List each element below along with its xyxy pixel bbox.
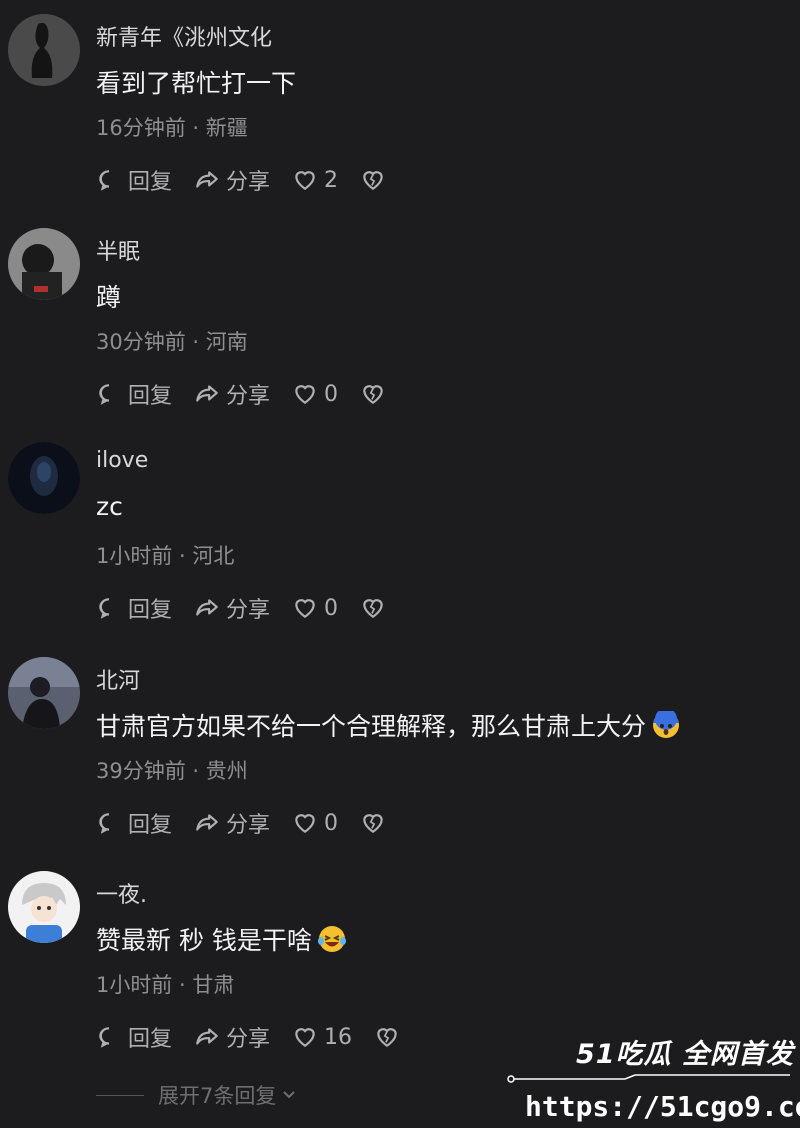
reply-bubble-icon bbox=[99, 813, 110, 834]
share-button[interactable]: 分享 bbox=[194, 1021, 270, 1053]
reply-button[interactable]: 回复 bbox=[96, 164, 172, 196]
comment-meta: 1小时前 · 河北 bbox=[96, 544, 235, 568]
comment-item: ilove zc 1小时前 · 河北 回复 分享 0 bbox=[0, 428, 800, 642]
share-arrow-icon bbox=[196, 814, 218, 831]
share-button[interactable]: 分享 bbox=[194, 592, 270, 624]
avatar[interactable] bbox=[8, 228, 80, 300]
reply-bubble-icon bbox=[99, 598, 110, 619]
comment-actions: 回复 分享 0 bbox=[96, 592, 414, 624]
expand-replies-label: 展开7条回复 bbox=[158, 1084, 277, 1108]
share-label: 分享 bbox=[226, 598, 271, 623]
username[interactable]: 北河 bbox=[96, 663, 140, 695]
heart-icon bbox=[295, 599, 315, 618]
like-count: 0 bbox=[324, 381, 339, 407]
avatar[interactable] bbox=[8, 14, 80, 86]
share-button[interactable]: 分享 bbox=[194, 807, 270, 839]
comment-actions: 回复 分享 0 bbox=[96, 378, 414, 410]
laughing-tears-emoji-icon bbox=[317, 926, 346, 952]
share-arrow-icon bbox=[196, 171, 218, 188]
reply-label: 回复 bbox=[128, 598, 173, 623]
circuit-line-decoration bbox=[507, 1074, 790, 1083]
share-button[interactable]: 分享 bbox=[194, 164, 270, 196]
heart-icon bbox=[295, 814, 315, 833]
reply-button[interactable]: 回复 bbox=[96, 592, 172, 624]
heart-icon bbox=[295, 385, 315, 404]
broken-heart-icon bbox=[363, 171, 383, 190]
comment-actions: 回复 分享 0 bbox=[96, 807, 414, 839]
like-button[interactable]: 0 bbox=[292, 595, 338, 621]
like-button[interactable]: 16 bbox=[292, 1024, 352, 1050]
share-arrow-icon bbox=[196, 599, 218, 616]
like-count: 16 bbox=[324, 1024, 353, 1050]
watermark-url: https://51cgo9.com bbox=[525, 1090, 800, 1123]
comment-item: 北河 甘肃官方如果不给一个合理解释，那么甘肃上大分 39分钟前 · 贵州 回复 … bbox=[0, 643, 800, 857]
share-label: 分享 bbox=[226, 1027, 271, 1052]
reply-button[interactable]: 回复 bbox=[96, 807, 172, 839]
heart-icon bbox=[295, 171, 315, 190]
like-button[interactable]: 2 bbox=[292, 167, 338, 193]
like-count: 2 bbox=[324, 167, 339, 193]
reply-button[interactable]: 回复 bbox=[96, 1021, 172, 1053]
comment-item: 新青年《洮州文化 看到了帮忙打一下 16分钟前 · 新疆 回复 分享 2 bbox=[0, 0, 800, 214]
comment-text: 看到了帮忙打一下 bbox=[96, 69, 297, 98]
comment-actions: 回复 分享 2 bbox=[96, 164, 414, 196]
username[interactable]: ilove bbox=[96, 448, 148, 473]
comment-actions: 回复 分享 16 bbox=[96, 1021, 428, 1053]
watermark-brand: 51吃瓜 全网首发 bbox=[576, 1039, 794, 1070]
avatar[interactable] bbox=[8, 442, 80, 514]
comment-text: 甘肃官方如果不给一个合理解释，那么甘肃上大分 bbox=[96, 707, 680, 743]
username[interactable]: 一夜. bbox=[96, 877, 147, 909]
comment-text: 赞最新 秒 钱是干啥 bbox=[96, 921, 346, 957]
dislike-button[interactable] bbox=[360, 595, 392, 621]
comment-meta: 1小时前 · 甘肃 bbox=[96, 973, 235, 997]
avatar[interactable] bbox=[8, 657, 80, 729]
reply-bubble-icon bbox=[99, 170, 110, 191]
dislike-button[interactable] bbox=[374, 1024, 406, 1050]
comment-text: 蹲 bbox=[96, 283, 122, 312]
comment-meta: 39分钟前 · 贵州 bbox=[96, 759, 248, 783]
broken-heart-icon bbox=[363, 599, 383, 618]
reply-bubble-icon bbox=[99, 1027, 110, 1048]
share-button[interactable]: 分享 bbox=[194, 378, 270, 410]
reply-button[interactable]: 回复 bbox=[96, 378, 172, 410]
comment-item: 半眠 蹲 30分钟前 · 河南 回复 分享 0 bbox=[0, 214, 800, 428]
reply-label: 回复 bbox=[128, 170, 173, 195]
like-button[interactable]: 0 bbox=[292, 810, 338, 836]
share-label: 分享 bbox=[226, 170, 271, 195]
share-arrow-icon bbox=[196, 385, 218, 402]
username[interactable]: 新青年《洮州文化 bbox=[96, 20, 272, 52]
dislike-button[interactable] bbox=[360, 810, 392, 836]
reply-label: 回复 bbox=[128, 384, 173, 409]
broken-heart-icon bbox=[363, 814, 383, 833]
like-count: 0 bbox=[324, 810, 339, 836]
share-label: 分享 bbox=[226, 813, 271, 838]
chevron-down-icon bbox=[283, 1091, 296, 1099]
comment-meta: 30分钟前 · 河南 bbox=[96, 330, 248, 354]
divider bbox=[96, 1094, 144, 1096]
like-count: 0 bbox=[324, 595, 339, 621]
dislike-button[interactable] bbox=[360, 167, 392, 193]
shocked-face-emoji-icon bbox=[653, 711, 680, 738]
comment-meta: 16分钟前 · 新疆 bbox=[96, 116, 248, 140]
reply-label: 回复 bbox=[128, 813, 173, 838]
reply-label: 回复 bbox=[128, 1027, 173, 1052]
comment-text: zc bbox=[96, 492, 123, 521]
broken-heart-icon bbox=[363, 385, 383, 404]
broken-heart-icon bbox=[377, 1028, 397, 1047]
site-watermark: 51吃瓜 全网首发 https://51cgo9.com bbox=[505, 1026, 800, 1128]
dislike-button[interactable] bbox=[360, 381, 392, 407]
heart-icon bbox=[295, 1028, 315, 1047]
avatar[interactable] bbox=[8, 871, 80, 943]
reply-bubble-icon bbox=[99, 384, 110, 405]
share-arrow-icon bbox=[196, 1028, 218, 1045]
share-label: 分享 bbox=[226, 384, 271, 409]
username[interactable]: 半眠 bbox=[96, 234, 140, 266]
like-button[interactable]: 0 bbox=[292, 381, 338, 407]
expand-replies-button[interactable]: 展开7条回复 bbox=[96, 1080, 298, 1110]
